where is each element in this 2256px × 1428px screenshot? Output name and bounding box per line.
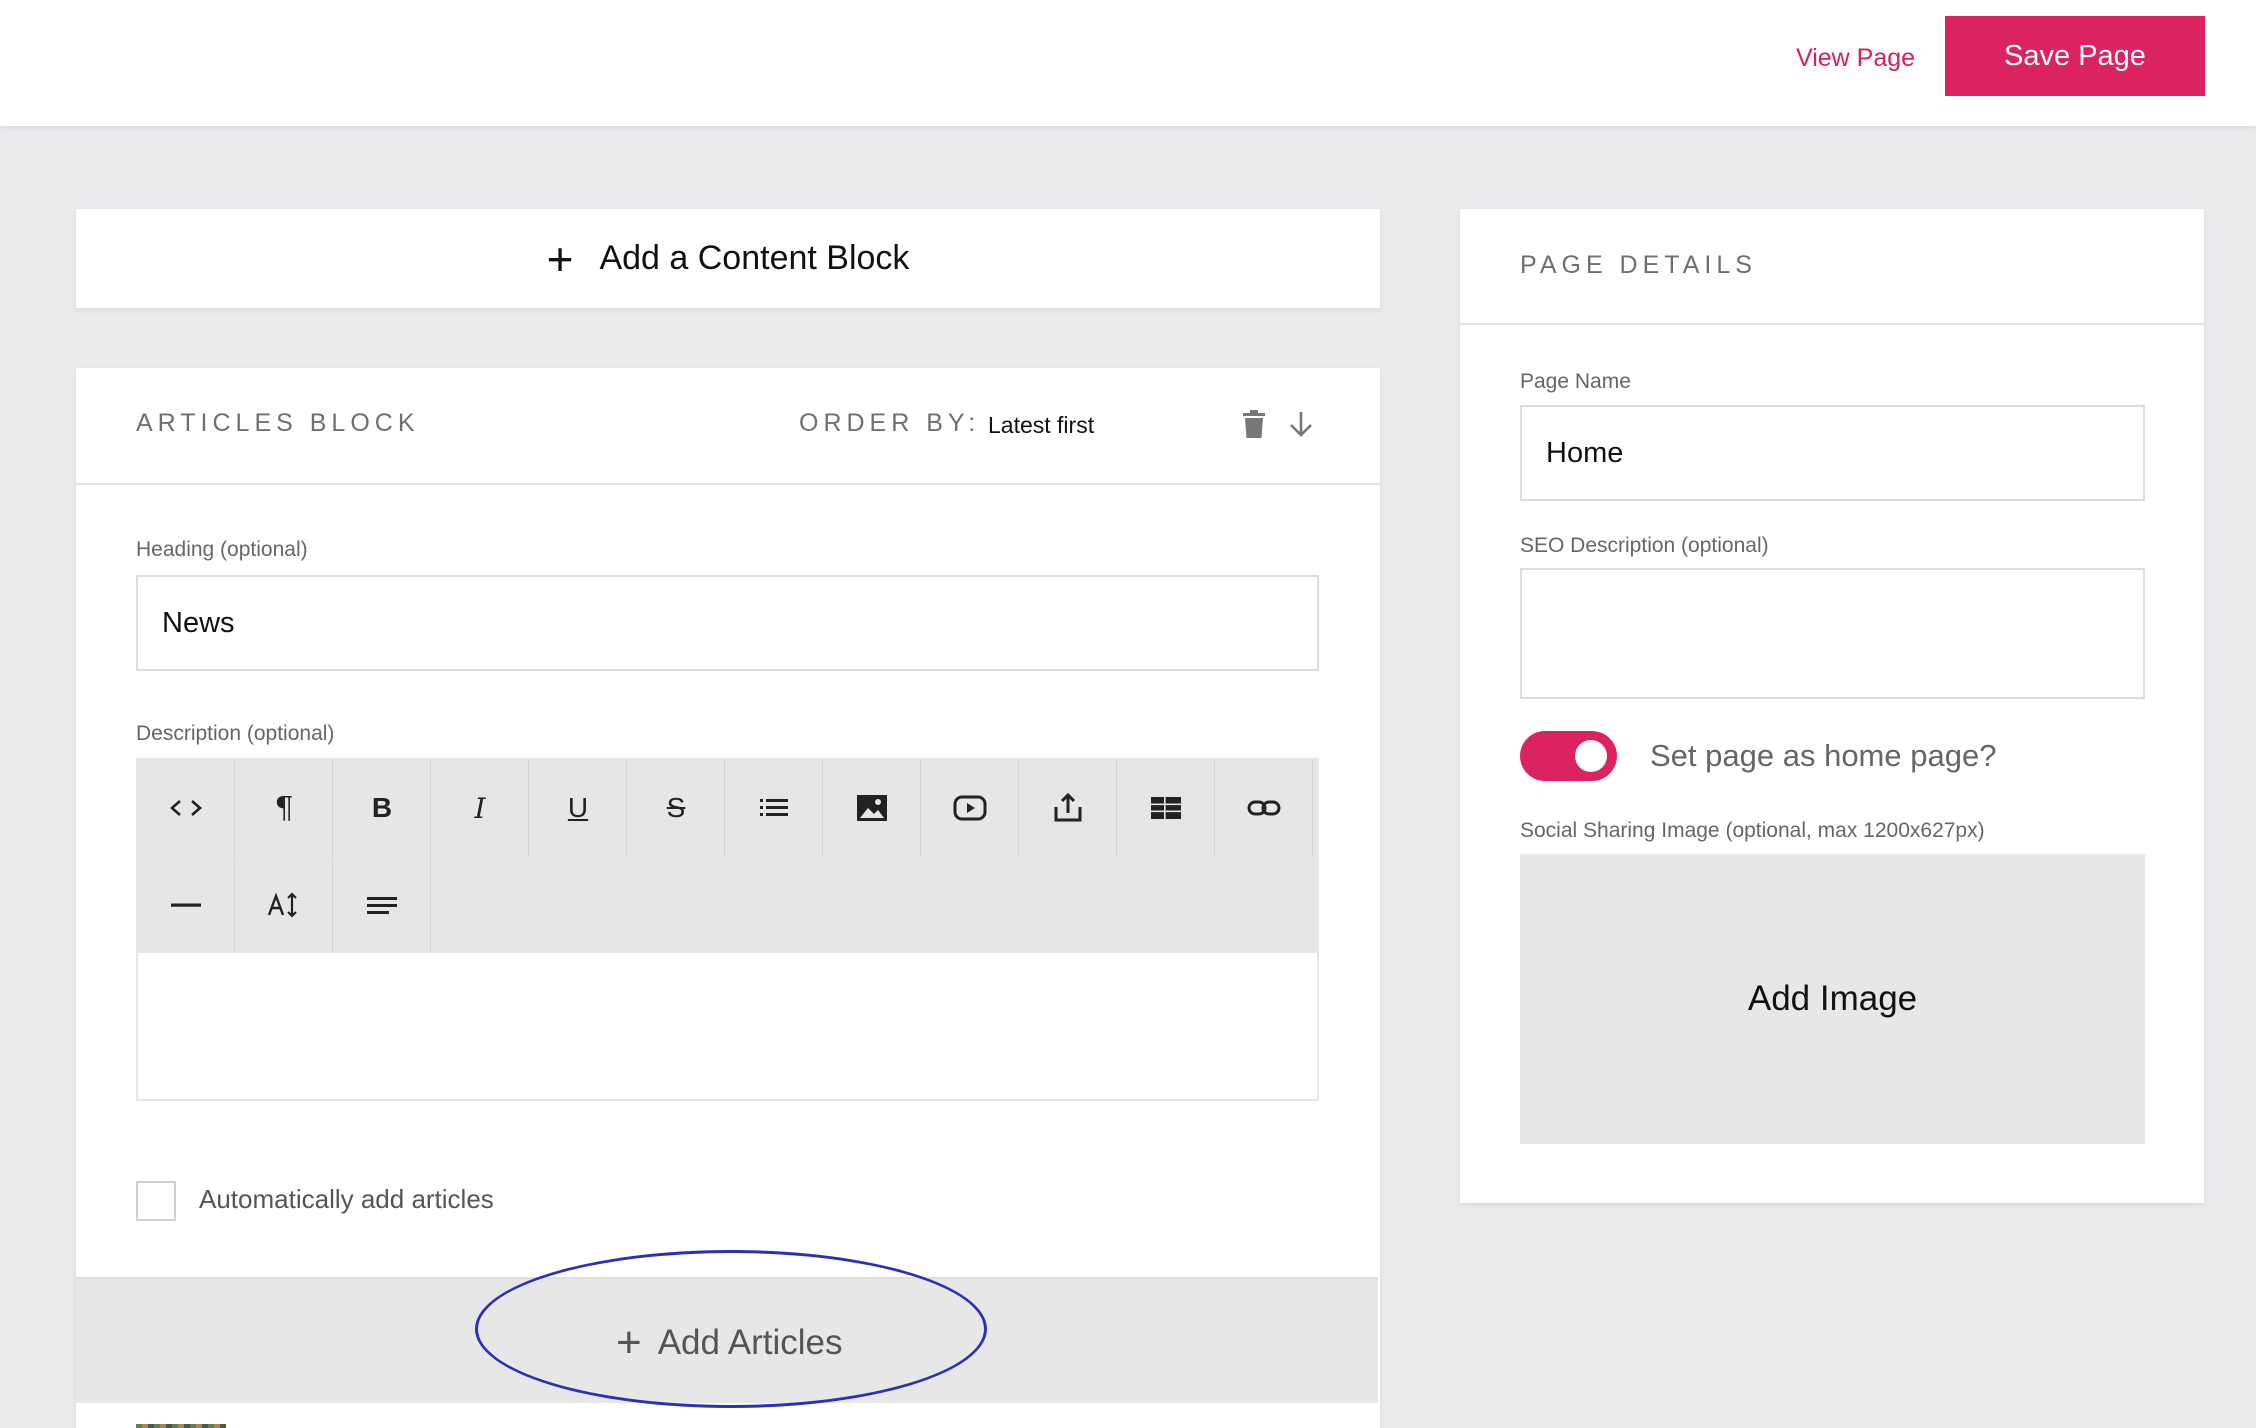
articles-block-title: ARTICLES BLOCK: [136, 409, 420, 437]
align-left-icon: [367, 897, 397, 914]
seo-description-input[interactable]: [1520, 568, 2145, 699]
add-articles-label: Add Articles: [657, 1323, 843, 1362]
add-articles-button[interactable]: + Add Articles: [76, 1277, 1378, 1403]
code-view-button[interactable]: [138, 760, 235, 856]
order-by-select[interactable]: Latest first: [988, 412, 1094, 439]
article-thumbnail: [136, 1424, 226, 1428]
add-articles-content: + Add Articles: [616, 1318, 843, 1367]
plus-icon: +: [616, 1318, 642, 1367]
unordered-list-button[interactable]: [726, 760, 823, 856]
image-icon: [857, 795, 887, 821]
upload-icon: [1054, 792, 1082, 822]
editor-toolbar: ¶ B I U S: [138, 760, 1319, 953]
code-icon: [170, 800, 202, 816]
social-image-label: Social Sharing Image (optional, max 1200…: [1520, 819, 1985, 842]
description-editor[interactable]: ¶ B I U S: [136, 758, 1319, 1101]
paragraph-button[interactable]: ¶: [236, 760, 333, 856]
home-page-toggle[interactable]: [1520, 731, 1617, 781]
underline-button[interactable]: U: [530, 760, 627, 856]
add-content-block-button[interactable]: + Add a Content Block: [76, 209, 1380, 308]
underline-icon: U: [567, 792, 589, 823]
horizontal-rule-icon: [171, 903, 201, 907]
insert-video-button[interactable]: [922, 760, 1019, 856]
insert-table-button[interactable]: [1118, 760, 1215, 856]
heading-label: Heading (optional): [136, 538, 308, 561]
italic-icon: I: [474, 791, 486, 825]
page-details-header: PAGE DETAILS: [1460, 209, 2204, 325]
page-details-title: PAGE DETAILS: [1520, 251, 1757, 279]
link-icon: [1247, 800, 1281, 816]
add-content-block-label: Add a Content Block: [599, 239, 910, 277]
list-icon: [760, 799, 788, 816]
align-button[interactable]: [334, 857, 431, 953]
bold-button[interactable]: B: [334, 760, 431, 856]
insert-image-button[interactable]: [824, 760, 921, 856]
plus-icon: +: [546, 232, 574, 285]
description-label: Description (optional): [136, 722, 335, 745]
save-page-button[interactable]: Save Page: [1945, 16, 2205, 96]
order-by-label: ORDER BY:: [799, 409, 981, 437]
trash-icon[interactable]: [1243, 410, 1265, 438]
strikethrough-icon: S: [666, 792, 686, 823]
font-size-button[interactable]: [236, 857, 333, 953]
upload-file-button[interactable]: [1020, 760, 1117, 856]
horizontal-rule-button[interactable]: [138, 857, 235, 953]
articles-block-card: ARTICLES BLOCK ORDER BY: Latest first He…: [76, 368, 1380, 1428]
font-size-icon: [267, 892, 297, 918]
page-name-label: Page Name: [1520, 370, 1631, 393]
heading-input[interactable]: [136, 575, 1319, 671]
home-page-toggle-label: Set page as home page?: [1650, 738, 1997, 773]
add-image-button[interactable]: Add Image: [1520, 854, 2145, 1144]
strikethrough-button[interactable]: S: [628, 760, 725, 856]
toggle-knob: [1575, 740, 1607, 772]
table-icon: [1151, 797, 1181, 819]
paragraph-icon: ¶: [274, 790, 294, 826]
auto-add-checkbox[interactable]: [136, 1181, 176, 1221]
video-icon: [953, 795, 987, 821]
auto-add-label: Automatically add articles: [199, 1184, 494, 1214]
insert-link-button[interactable]: [1216, 760, 1313, 856]
bold-icon: B: [371, 792, 393, 823]
view-page-link[interactable]: View Page: [1796, 40, 1915, 76]
top-bar: View Page Save Page: [0, 0, 2256, 126]
arrow-down-icon[interactable]: [1288, 410, 1314, 438]
page-details-card: PAGE DETAILS Page Name SEO Description (…: [1460, 209, 2204, 1203]
page-name-input[interactable]: [1520, 405, 2145, 501]
add-image-label: Add Image: [1747, 979, 1918, 1018]
seo-description-label: SEO Description (optional): [1520, 534, 1769, 557]
articles-block-header: ARTICLES BLOCK ORDER BY: Latest first: [76, 368, 1380, 485]
italic-button[interactable]: I: [432, 760, 529, 856]
